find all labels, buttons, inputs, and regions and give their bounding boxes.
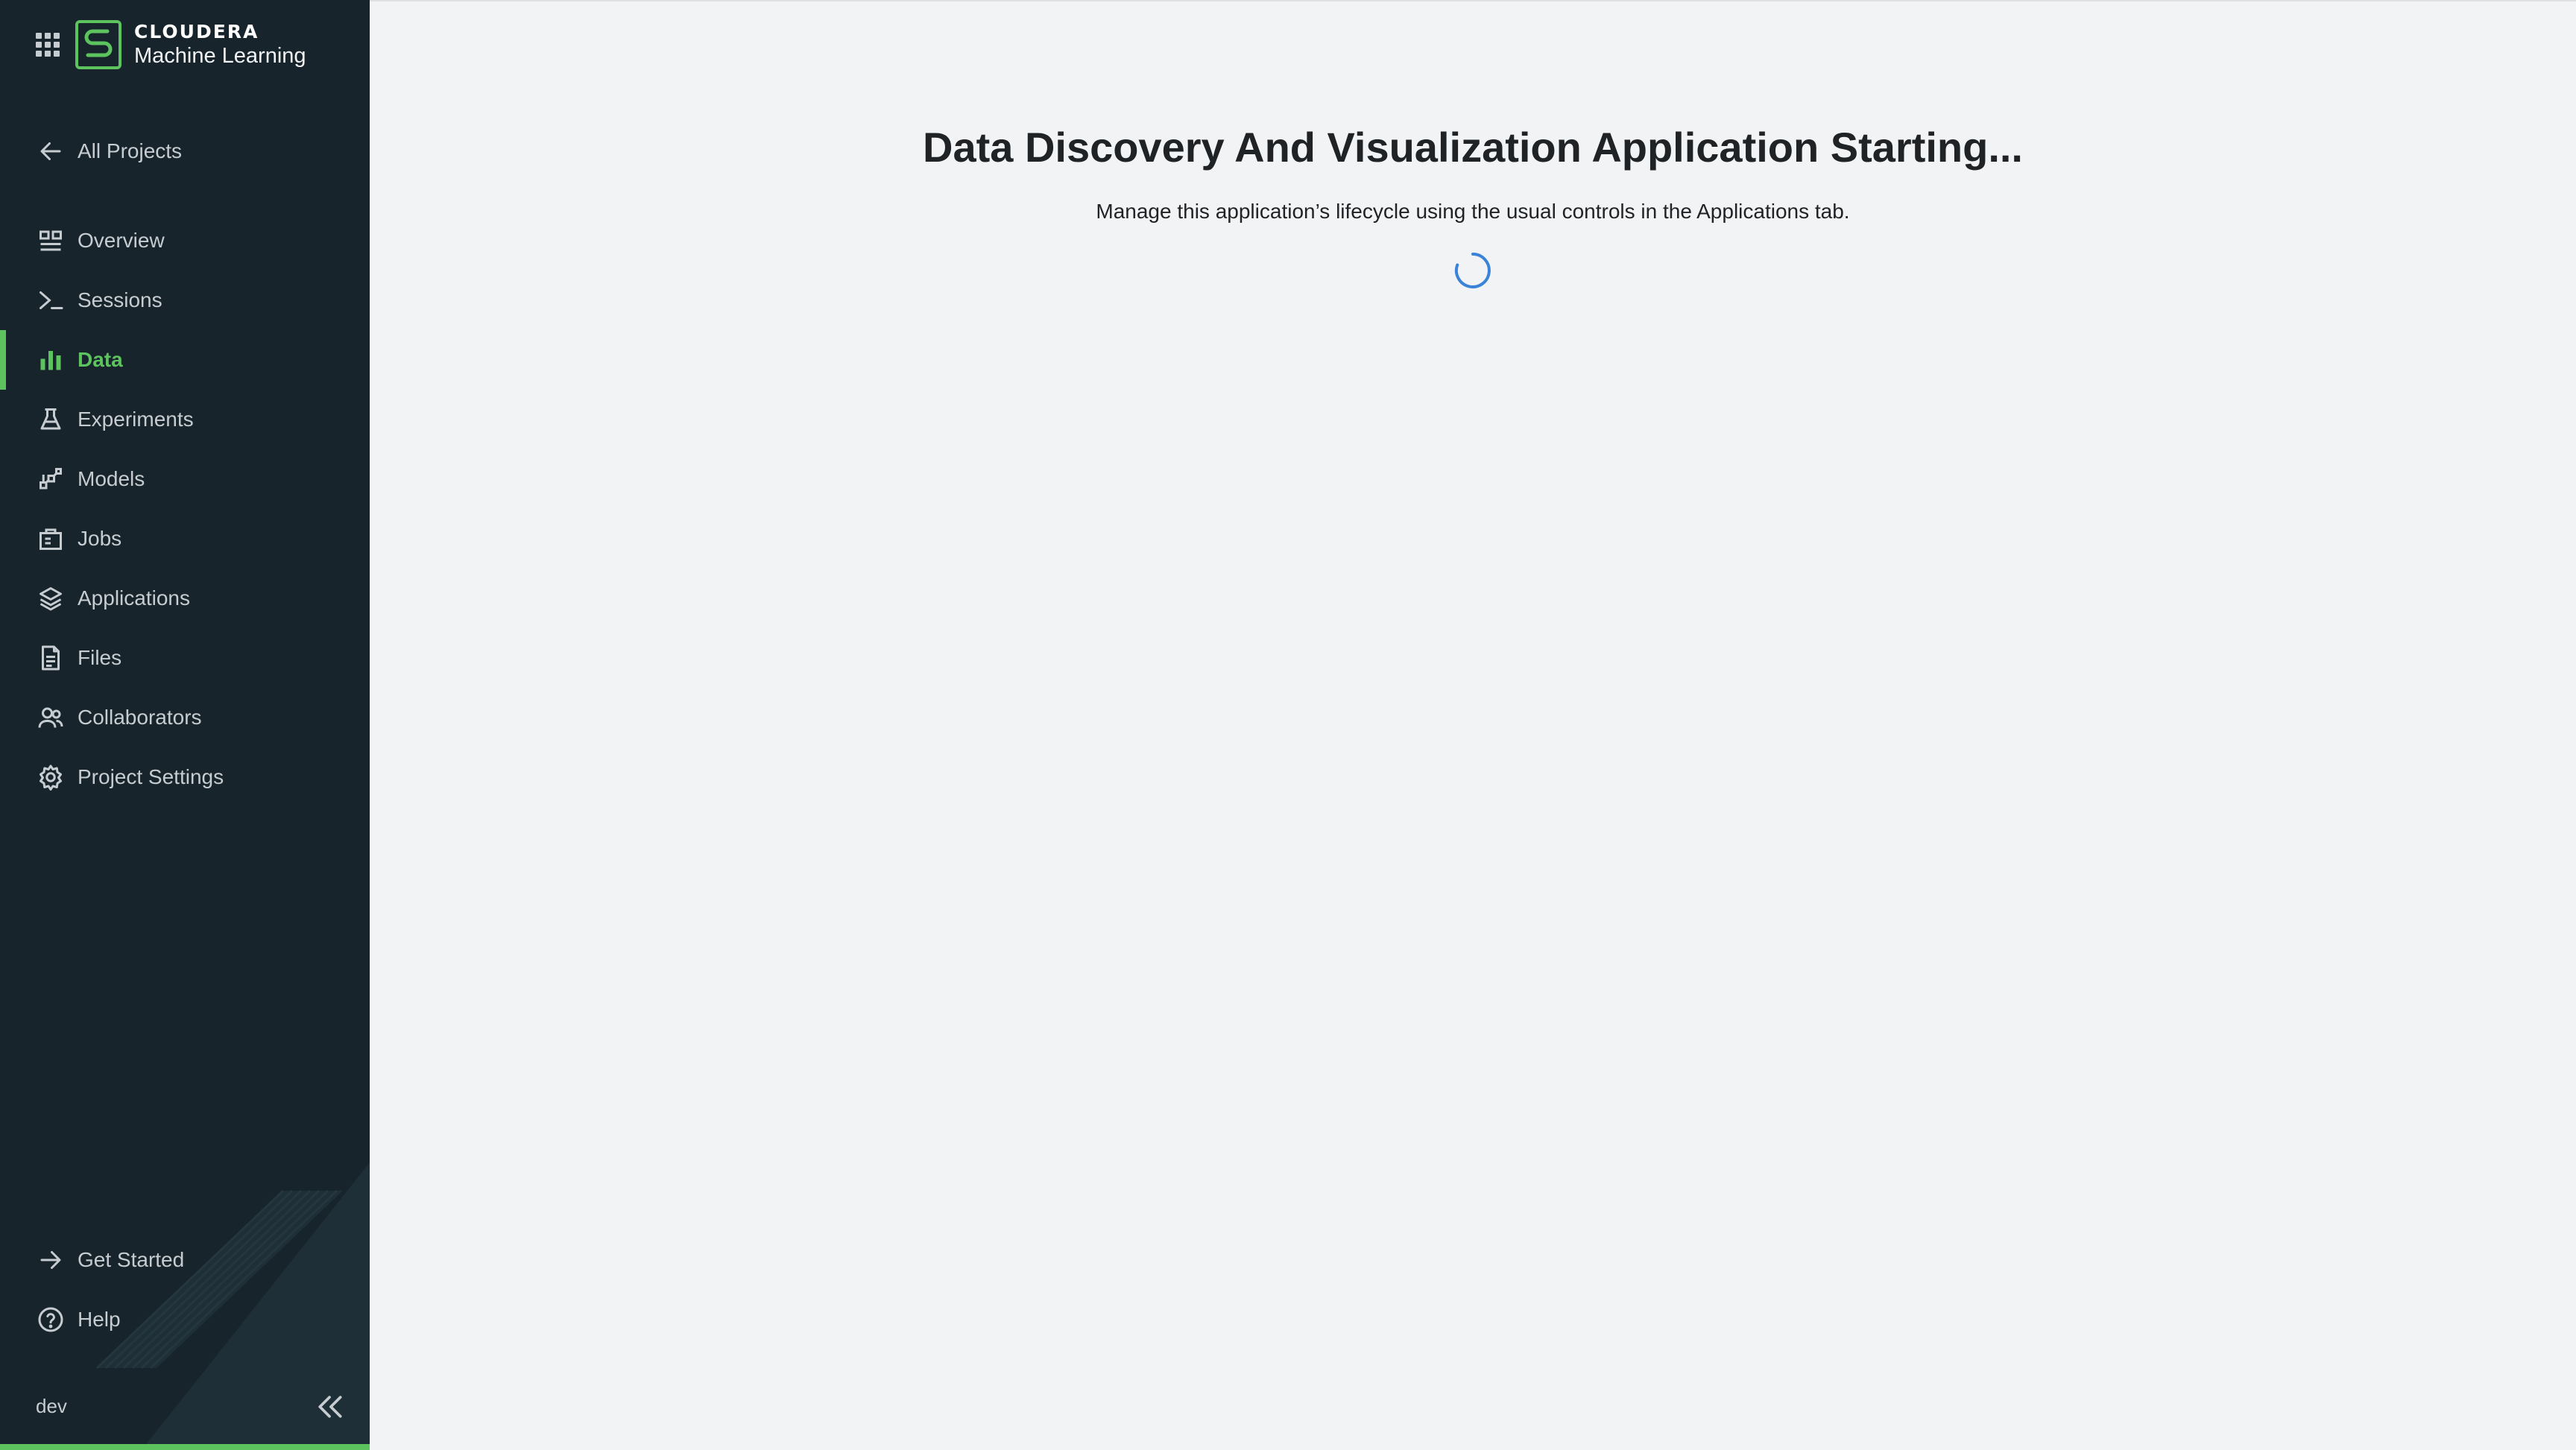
jobs-icon [36, 524, 66, 554]
file-icon [36, 643, 66, 673]
sidebar-item-label: Applications [78, 586, 190, 610]
app-root: CLOUDERA Machine Learning All Projects O… [0, 0, 2576, 1450]
brand: CLOUDERA Machine Learning [36, 18, 306, 72]
help-icon [36, 1305, 66, 1335]
brand-product: Machine Learning [134, 44, 306, 68]
sidebar-item-jobs[interactable]: Jobs [0, 509, 370, 569]
brand-company: CLOUDERA [134, 21, 259, 42]
all-projects-label: All Projects [78, 139, 183, 162]
sidebar-item-project-settings[interactable]: Project Settings [0, 747, 370, 807]
help-label: Help [78, 1308, 121, 1331]
main-content: Data Discovery And Visualization Applica… [370, 0, 2576, 1450]
sidebar-item-collaborators[interactable]: Collaborators [0, 688, 370, 747]
layers-icon [36, 583, 66, 613]
cloudera-logo-icon [75, 20, 121, 69]
help-link[interactable]: Help [0, 1290, 370, 1349]
sidebar-item-label: Data [78, 348, 123, 371]
all-projects-link[interactable]: All Projects [0, 121, 370, 181]
sidebar-item-applications[interactable]: Applications [0, 569, 370, 628]
get-started-link[interactable]: Get Started [0, 1230, 370, 1290]
page-subtitle: Manage this application’s lifecycle usin… [1096, 200, 1850, 223]
bar-chart-icon [36, 345, 66, 375]
gear-icon [36, 762, 66, 792]
sidebar: CLOUDERA Machine Learning All Projects O… [0, 0, 370, 1450]
sidebar-accent-bar [0, 1444, 370, 1450]
flask-icon [36, 405, 66, 434]
model-icon [36, 464, 66, 494]
page-title: Data Discovery And Visualization Applica… [923, 124, 2023, 171]
sidebar-item-sessions[interactable]: Sessions [0, 270, 370, 330]
sidebar-item-label: Files [78, 646, 122, 669]
arrow-right-icon [36, 1245, 66, 1275]
terminal-icon [36, 285, 66, 315]
sidebar-item-label: Overview [78, 229, 165, 252]
overview-icon [36, 226, 66, 256]
sidebar-item-label: Experiments [78, 408, 194, 431]
sidebar-item-label: Collaborators [78, 706, 202, 729]
get-started-label: Get Started [78, 1248, 185, 1271]
sidebar-item-overview[interactable]: Overview [0, 211, 370, 270]
app-launcher-icon[interactable] [36, 33, 60, 57]
sidebar-item-experiments[interactable]: Experiments [0, 390, 370, 449]
environment-label: dev [36, 1395, 67, 1417]
collapse-sidebar-icon[interactable] [313, 1390, 346, 1423]
loading-spinner-icon [1454, 253, 1491, 288]
sidebar-item-label: Models [78, 467, 145, 490]
sidebar-item-models[interactable]: Models [0, 449, 370, 509]
arrow-left-icon [36, 136, 66, 166]
sidebar-item-files[interactable]: Files [0, 628, 370, 688]
logo-text: CLOUDERA Machine Learning [134, 21, 306, 69]
users-icon [36, 703, 66, 732]
sidebar-item-label: Project Settings [78, 765, 224, 788]
sidebar-item-label: Sessions [78, 288, 162, 311]
sidebar-item-data[interactable]: Data [0, 330, 370, 390]
sidebar-item-label: Jobs [78, 527, 122, 550]
